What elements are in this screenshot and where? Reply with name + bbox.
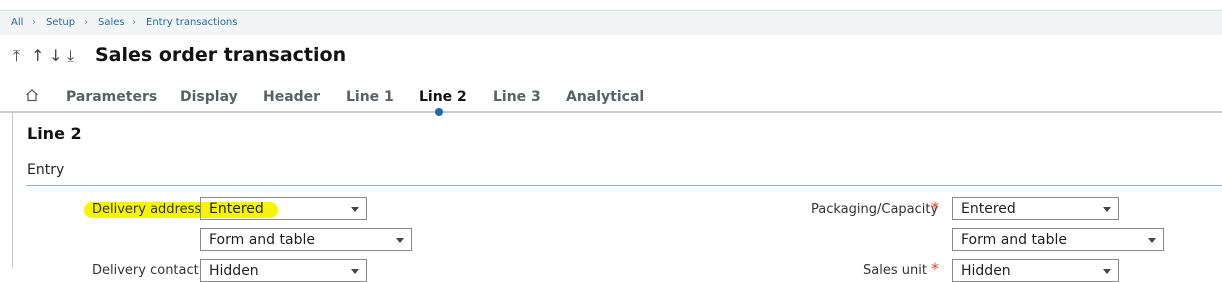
tab-parameters[interactable]: Parameters xyxy=(66,89,157,105)
chevron-down-icon xyxy=(351,207,359,212)
sales-unit-label: Sales unit xyxy=(863,263,927,278)
tab-header[interactable]: Header xyxy=(263,89,320,105)
breadcrumb-sales[interactable]: Sales xyxy=(98,17,125,28)
delivery-contact-value: Hidden xyxy=(209,263,259,279)
tab-line-1[interactable]: Line 1 xyxy=(346,89,394,105)
tab-analytical[interactable]: Analytical xyxy=(566,89,644,105)
subsection-title: Entry xyxy=(27,162,65,178)
tab-line-2[interactable]: Line 2 xyxy=(419,89,467,105)
tab-bar: Parameters Display Header Line 1 Line 2 … xyxy=(0,80,1222,112)
required-asterisk: * xyxy=(931,198,939,217)
tab-line-3[interactable]: Line 3 xyxy=(493,89,541,105)
chevron-down-icon xyxy=(351,269,359,274)
chevron-down-icon xyxy=(1103,207,1111,212)
tab-display[interactable]: Display xyxy=(180,89,238,105)
chevron-right-icon: › xyxy=(84,17,88,28)
first-record-icon[interactable]: ⤒ xyxy=(13,46,20,66)
previous-record-icon[interactable]: ↑ xyxy=(31,46,44,65)
chevron-right-icon: › xyxy=(32,17,36,28)
delivery-address-display-value: Form and table xyxy=(209,232,315,248)
required-asterisk: * xyxy=(931,259,939,278)
last-record-icon[interactable]: ⤓ xyxy=(67,46,74,66)
sales-unit-value: Hidden xyxy=(961,263,1011,279)
delivery-address-select[interactable]: Entered xyxy=(200,197,367,220)
chevron-down-icon xyxy=(1103,269,1111,274)
chevron-down-icon xyxy=(1148,238,1156,243)
packaging-capacity-display-select[interactable]: Form and table xyxy=(952,228,1164,251)
packaging-capacity-display-value: Form and table xyxy=(961,232,1067,248)
breadcrumb-setup[interactable]: Setup xyxy=(46,17,75,28)
delivery-address-value: Entered xyxy=(209,201,264,217)
delivery-contact-select[interactable]: Hidden xyxy=(200,259,367,282)
subsection-divider xyxy=(26,185,1222,186)
breadcrumb-all[interactable]: All xyxy=(11,17,23,28)
packaging-capacity-value: Entered xyxy=(961,201,1016,217)
section-title: Line 2 xyxy=(27,124,82,143)
next-record-icon[interactable]: ↓ xyxy=(49,46,62,65)
content-border xyxy=(12,113,13,268)
page-title: Sales order transaction xyxy=(95,44,347,66)
breadcrumb: All › Setup › Sales › Entry transactions xyxy=(0,11,1222,35)
breadcrumb-entry-transactions[interactable]: Entry transactions xyxy=(146,17,237,28)
packaging-capacity-label: Packaging/Capacity xyxy=(811,202,939,217)
sales-unit-select[interactable]: Hidden xyxy=(952,259,1119,282)
active-tab-indicator xyxy=(435,108,443,116)
chevron-right-icon: › xyxy=(132,17,136,28)
chevron-down-icon xyxy=(396,238,404,243)
home-icon[interactable] xyxy=(25,88,39,102)
packaging-capacity-select[interactable]: Entered xyxy=(952,197,1119,220)
delivery-address-display-select[interactable]: Form and table xyxy=(200,228,412,251)
tab-underline xyxy=(0,111,1222,113)
delivery-address-label: Delivery address xyxy=(92,202,202,217)
delivery-contact-label: Delivery contact xyxy=(92,263,199,278)
